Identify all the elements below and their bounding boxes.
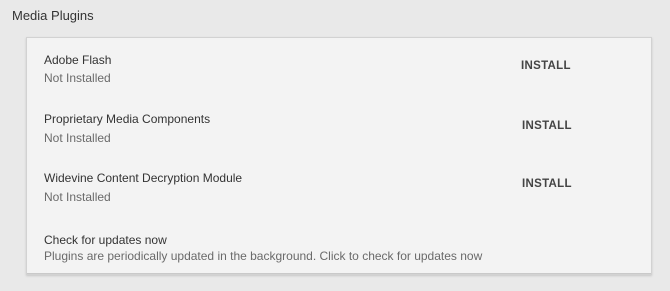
card-divider: [27, 273, 651, 274]
plugin-status: Not Installed: [44, 71, 111, 85]
check-updates-description: Plugins are periodically updated in the …: [44, 249, 483, 263]
plugin-name: Adobe Flash: [44, 53, 112, 67]
install-button-adobe-flash[interactable]: INSTALL: [521, 60, 571, 72]
plugin-row-proprietary-media: Proprietary Media Components Not Install…: [27, 112, 651, 152]
media-plugins-card: Adobe Flash Not Installed INSTALL Propri…: [26, 37, 652, 275]
install-button-proprietary-media[interactable]: INSTALL: [522, 120, 572, 132]
plugin-status: Not Installed: [44, 190, 111, 204]
plugin-status: Not Installed: [44, 131, 111, 145]
plugin-row-adobe-flash: Adobe Flash Not Installed INSTALL: [27, 53, 651, 93]
check-updates-title[interactable]: Check for updates now: [44, 233, 167, 247]
plugin-name: Widevine Content Decryption Module: [44, 171, 243, 185]
section-title: Media Plugins: [12, 8, 94, 23]
check-updates-row[interactable]: Check for updates now Plugins are period…: [27, 233, 651, 267]
plugin-row-widevine: Widevine Content Decryption Module Not I…: [27, 171, 651, 211]
plugin-name: Proprietary Media Components: [44, 112, 211, 126]
install-button-widevine[interactable]: INSTALL: [522, 178, 572, 190]
